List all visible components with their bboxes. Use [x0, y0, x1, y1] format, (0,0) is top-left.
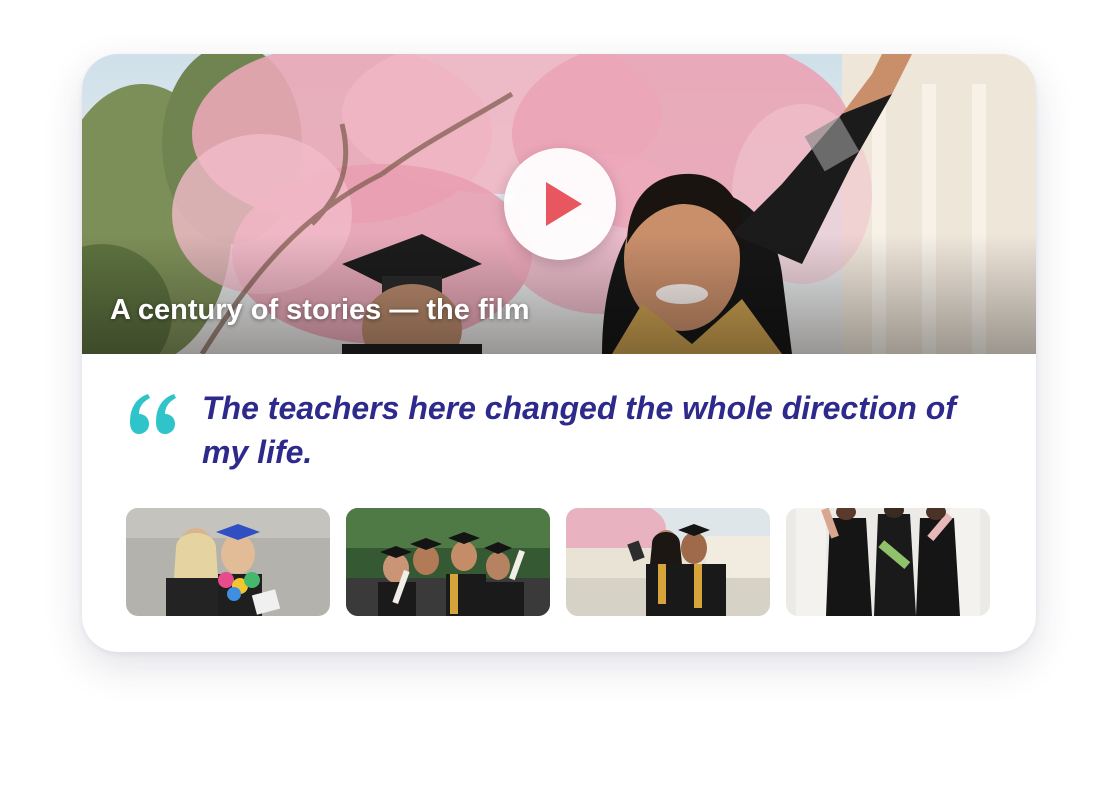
testimonial-card: A century of stories — the film The teac…	[82, 54, 1036, 652]
video-caption: A century of stories — the film	[110, 294, 530, 326]
thumbnail-3[interactable]	[566, 508, 770, 616]
thumbnail-1[interactable]	[126, 508, 330, 616]
thumbnail-image	[346, 508, 550, 616]
thumbnail-4[interactable]	[786, 508, 990, 616]
thumbnail-gallery	[126, 508, 990, 616]
play-icon	[546, 182, 582, 226]
quote-mark-icon	[130, 394, 176, 434]
video-hero[interactable]: A century of stories — the film	[82, 54, 1036, 354]
thumbnail-image	[126, 508, 330, 616]
thumbnail-2[interactable]	[346, 508, 550, 616]
thumbnail-image	[566, 508, 770, 616]
play-button[interactable]	[504, 148, 616, 260]
testimonial-quote: The teachers here changed the whole dire…	[202, 390, 956, 470]
thumbnail-image	[786, 508, 990, 616]
